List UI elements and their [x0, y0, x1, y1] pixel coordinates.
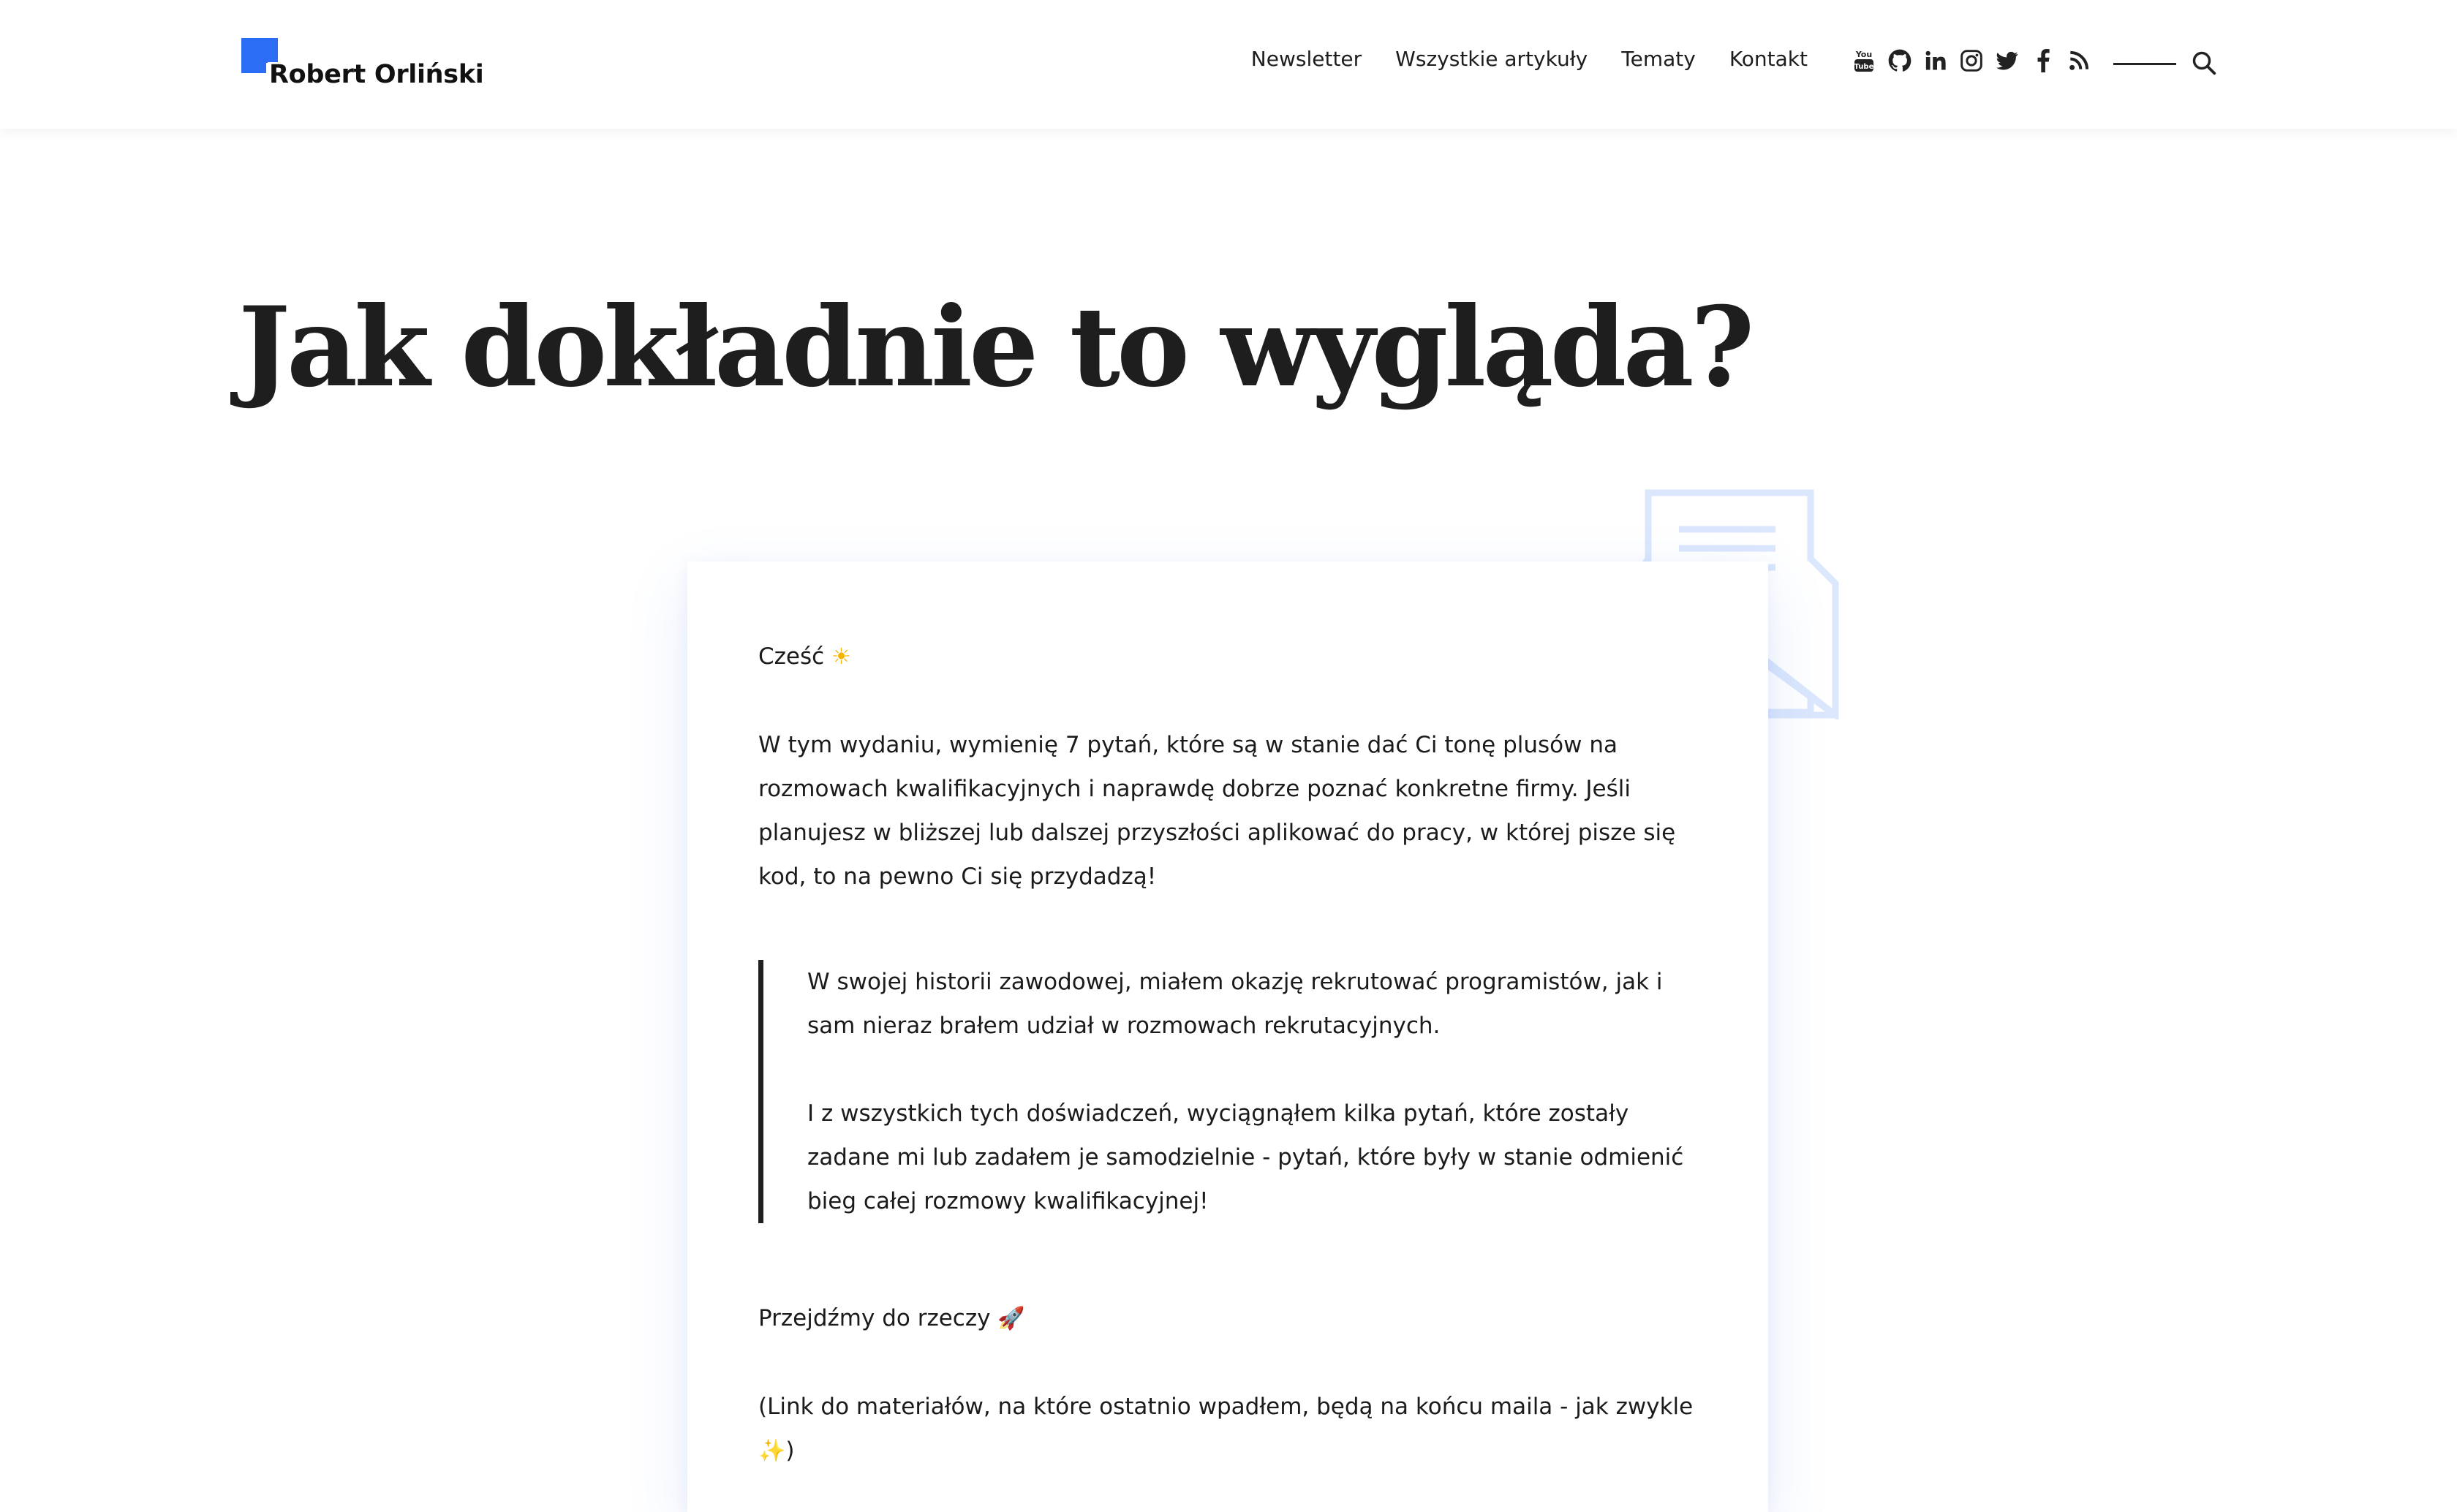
social-links: You Tube — [1852, 48, 2091, 73]
lets-go-text: Przejdźmy do rzeczy — [758, 1305, 991, 1331]
search-icon[interactable] — [2191, 50, 2217, 76]
linkedin-icon[interactable] — [1924, 48, 1947, 73]
greeting: Cześć ☀ — [758, 635, 1698, 679]
site-logo[interactable]: Robert Orliński — [241, 38, 484, 89]
twitter-icon[interactable] — [1996, 48, 2019, 73]
instagram-icon[interactable] — [1960, 48, 1983, 73]
lets-go-line: Przejdźmy do rzeczy 🚀 — [758, 1296, 1698, 1341]
sparkles-emoji-icon: ✨ — [758, 1438, 786, 1464]
youtube-icon[interactable]: You Tube — [1852, 48, 1876, 73]
nav-contact[interactable]: Kontakt — [1729, 47, 1808, 71]
intro-paragraph: W tym wydaniu, wymienię 7 pytań, które s… — [758, 732, 1676, 890]
links-note-text: (Link do materiałów, na które ostatnio w… — [758, 1394, 1694, 1420]
svg-text:You: You — [1855, 50, 1872, 59]
rss-icon[interactable] — [2067, 48, 2091, 73]
newsletter-preview-card: Cześć ☀ W tym wydaniu, wymienię 7 pytań,… — [687, 562, 1768, 1512]
nav-topics[interactable]: Tematy — [1621, 47, 1696, 71]
nav-newsletter[interactable]: Newsletter — [1251, 47, 1362, 71]
links-note: (Link do materiałów, na które ostatnio w… — [758, 1385, 1698, 1473]
logo-text: Robert Orliński — [268, 60, 484, 89]
svg-text:Tube: Tube — [1854, 63, 1874, 71]
rocket-emoji-icon: 🚀 — [997, 1306, 1025, 1331]
greeting-text: Cześć — [758, 643, 825, 670]
github-icon[interactable] — [1888, 48, 1911, 73]
nav-all-articles[interactable]: Wszystkie artykuły — [1395, 47, 1588, 71]
quote-paragraph-2: I z wszystkich tych doświadczeń, wyciągn… — [807, 1100, 1684, 1214]
site-header: Robert Orliński Newsletter Wszystkie art… — [0, 0, 2457, 129]
main-nav: Newsletter Wszystkie artykuły Tematy Kon… — [1251, 47, 1808, 71]
blockquote: W swojej historii zawodowej, miałem okaz… — [758, 960, 1698, 1223]
search-divider — [2113, 63, 2176, 65]
facebook-icon[interactable] — [2031, 48, 2055, 73]
links-note-end: ) — [785, 1437, 795, 1464]
quote-paragraph-1: W swojej historii zawodowej, miałem okaz… — [807, 969, 1663, 1039]
page-title: Jak dokładnie to wygląda? — [238, 283, 1755, 412]
sun-emoji-icon: ☀ — [831, 644, 851, 670]
